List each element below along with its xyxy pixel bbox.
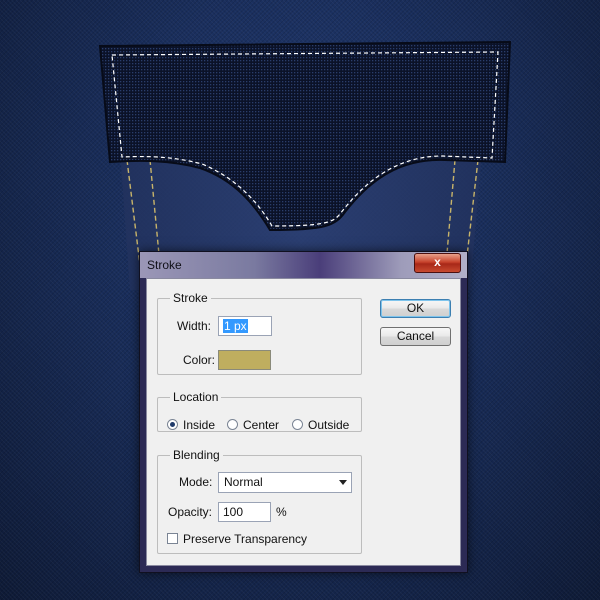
chevron-down-icon <box>339 480 347 485</box>
ok-button[interactable]: OK <box>380 299 451 318</box>
mode-value: Normal <box>224 475 263 489</box>
preserve-transparency-checkbox[interactable] <box>167 533 178 544</box>
dialog-title: Stroke <box>147 258 182 272</box>
close-icon: x <box>434 255 441 269</box>
radio-center-label: Center <box>243 418 280 432</box>
opacity-input[interactable]: 100 <box>218 502 271 522</box>
close-button[interactable]: x <box>414 253 461 273</box>
color-swatch[interactable] <box>218 350 271 370</box>
radio-outside[interactable] <box>292 419 303 430</box>
location-group-legend: Location <box>173 390 219 404</box>
width-label: Width: <box>177 319 212 333</box>
stroke-dialog: Stroke x Stroke Width: 1 px Color: Locat… <box>139 251 468 573</box>
width-input[interactable]: 1 px <box>218 316 272 336</box>
blending-group-legend: Blending <box>173 448 220 462</box>
stroke-group-legend: Stroke <box>173 291 208 305</box>
mode-select[interactable]: Normal <box>218 472 352 493</box>
radio-inside[interactable] <box>167 419 178 430</box>
dialog-titlebar[interactable]: Stroke x <box>140 252 467 278</box>
preserve-transparency-label: Preserve Transparency <box>183 532 308 546</box>
cancel-button[interactable]: Cancel <box>380 327 451 346</box>
radio-inside-label: Inside <box>183 418 216 432</box>
radio-outside-label: Outside <box>308 418 350 432</box>
color-label: Color: <box>183 353 216 367</box>
mode-label: Mode: <box>179 475 213 489</box>
opacity-value: 100 <box>223 505 244 519</box>
opacity-label: Opacity: <box>168 505 213 519</box>
width-value: 1 px <box>223 319 248 333</box>
radio-center[interactable] <box>227 419 238 430</box>
dialog-content: Stroke Width: 1 px Color: Location Insid… <box>146 278 461 566</box>
opacity-unit: % <box>276 505 287 519</box>
